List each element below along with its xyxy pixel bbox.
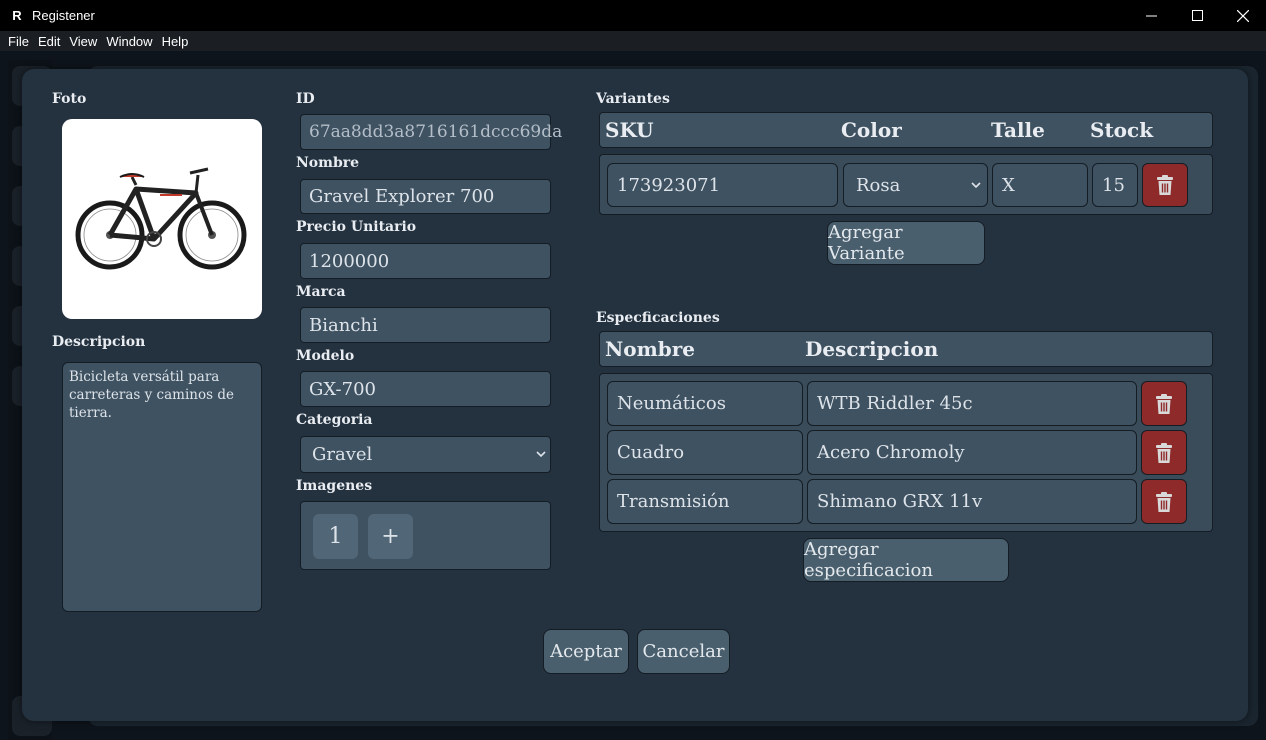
id-field[interactable]: 67aa8dd3a8716161dccc69da — [300, 114, 562, 150]
spec-nombre-field[interactable]: Cuadro — [607, 430, 803, 475]
menu-file[interactable]: File — [4, 34, 33, 49]
chevron-down-icon — [536, 451, 546, 458]
descripcion-textarea[interactable]: Bicicleta versátil para carreteras y cam… — [62, 362, 262, 612]
precio-field[interactable]: 1200000 — [300, 243, 551, 279]
trash-icon — [1156, 442, 1172, 463]
variant-sku-field[interactable]: 173923071 — [607, 163, 838, 207]
imagenes-label: Imagenes — [296, 478, 373, 494]
variant-talle-field[interactable]: X — [992, 163, 1088, 207]
header-nombre: Nombre — [605, 337, 696, 361]
spec-nombre-value: Cuadro — [617, 442, 685, 463]
variant-stock-field[interactable]: 15 — [1092, 163, 1138, 207]
header-stock: Stock — [1090, 118, 1154, 142]
header-talle: Talle — [991, 118, 1045, 142]
accept-button[interactable]: Aceptar — [543, 629, 629, 674]
maximize-icon[interactable] — [1174, 0, 1220, 31]
spec-nombre-value: Transmisión — [617, 491, 730, 512]
marca-field[interactable]: Bianchi — [300, 307, 551, 343]
spec-descripcion-field[interactable]: Shimano GRX 11v — [807, 479, 1137, 524]
menu-window[interactable]: Window — [102, 34, 156, 49]
variant-color-select[interactable]: Rosa — [843, 163, 988, 207]
variantes-header: SKU Color Talle Stock — [599, 112, 1213, 148]
menu-view[interactable]: View — [65, 34, 101, 49]
trash-icon — [1157, 175, 1173, 195]
variant-sku-value: 173923071 — [617, 174, 721, 196]
delete-variant-button[interactable] — [1142, 163, 1188, 207]
trash-icon — [1156, 491, 1172, 512]
add-image-button[interactable]: + — [368, 514, 413, 559]
bicycle-image — [75, 167, 247, 270]
window-title: Registener — [32, 8, 95, 23]
cancel-button[interactable]: Cancelar — [637, 629, 730, 674]
title-bar: R Registener — [0, 0, 1266, 31]
variantes-label: Variantes — [596, 91, 670, 107]
app-icon: R — [12, 8, 22, 23]
menu-help[interactable]: Help — [158, 34, 193, 49]
header-descripcion: Descripcion — [805, 337, 939, 361]
modelo-value: GX-700 — [309, 378, 376, 400]
precio-label: Precio Unitario — [296, 219, 417, 235]
precio-value: 1200000 — [309, 250, 390, 272]
especificaciones-header: Nombre Descripcion — [599, 331, 1213, 367]
categoria-value: Gravel — [312, 444, 373, 465]
id-label: ID — [296, 91, 315, 107]
header-color: Color — [841, 118, 902, 142]
variant-talle-value: X — [1002, 174, 1015, 196]
product-photo[interactable] — [62, 119, 262, 319]
add-variant-button[interactable]: Agregar Variante — [827, 221, 985, 265]
chevron-down-icon — [971, 181, 981, 188]
categoria-label: Categoria — [296, 412, 373, 428]
delete-spec-button[interactable] — [1141, 430, 1187, 475]
id-value: 67aa8dd3a8716161dccc69da — [309, 122, 563, 142]
spec-descripcion-value: Acero Chromoly — [817, 442, 965, 463]
nombre-value: Gravel Explorer 700 — [309, 186, 495, 207]
descripcion-label: Descripcion — [52, 334, 146, 350]
trash-icon — [1156, 393, 1172, 414]
menu-bar: File Edit View Window Help — [0, 31, 1266, 51]
header-sku: SKU — [605, 118, 654, 142]
delete-spec-button[interactable] — [1141, 381, 1187, 426]
image-thumbnail[interactable]: 1 — [313, 514, 358, 559]
foto-label: Foto — [52, 91, 87, 107]
especificaciones-label: Especficaciones — [596, 310, 720, 326]
modelo-field[interactable]: GX-700 — [300, 371, 551, 407]
spec-descripcion-value: WTB Riddler 45c — [817, 393, 973, 414]
marca-label: Marca — [296, 284, 346, 300]
categoria-select[interactable]: Gravel — [300, 436, 551, 473]
variant-color-value: Rosa — [856, 174, 901, 196]
spec-descripcion-field[interactable]: WTB Riddler 45c — [807, 381, 1137, 426]
nombre-field[interactable]: Gravel Explorer 700 — [300, 179, 551, 214]
modelo-label: Modelo — [296, 348, 355, 364]
spec-descripcion-value: Shimano GRX 11v — [817, 491, 983, 512]
spec-nombre-value: Neumáticos — [617, 393, 726, 414]
spec-descripcion-field[interactable]: Acero Chromoly — [807, 430, 1137, 475]
delete-spec-button[interactable] — [1141, 479, 1187, 524]
close-icon[interactable] — [1220, 0, 1266, 31]
spec-nombre-field[interactable]: Transmisión — [607, 479, 803, 524]
add-spec-button[interactable]: Agregar especificacion — [803, 538, 1009, 582]
variant-stock-value: 15 — [1102, 174, 1125, 196]
marca-value: Bianchi — [309, 314, 378, 336]
minimize-icon[interactable] — [1128, 0, 1174, 31]
menu-edit[interactable]: Edit — [34, 34, 64, 49]
nombre-label: Nombre — [296, 155, 360, 171]
spec-nombre-field[interactable]: Neumáticos — [607, 381, 803, 426]
